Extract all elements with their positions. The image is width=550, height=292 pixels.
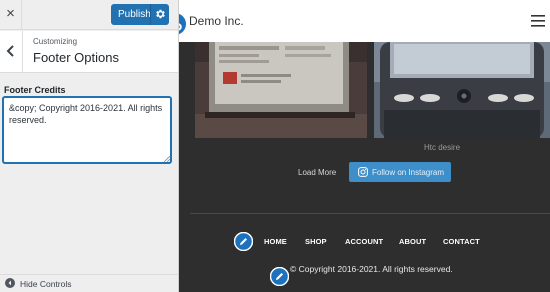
hide-controls-icon [5, 278, 15, 288]
footer-copyright: © Copyright 2016-2021. All rights reserv… [290, 264, 453, 274]
follow-on-instagram-button[interactable]: Follow on Instagram [349, 162, 451, 182]
close-icon: × [6, 5, 15, 22]
back-button[interactable] [0, 31, 23, 72]
customizer-sidebar: × Publish Customizing Footer Options Foo… [0, 0, 179, 292]
footer-nav-shop[interactable]: SHOP [305, 237, 327, 246]
edit-pencil-icon[interactable] [270, 267, 289, 286]
section-title-bar: Customizing Footer Options [0, 31, 178, 73]
phone-photo-image [374, 42, 550, 138]
back-chevron-icon [6, 45, 14, 57]
load-more-button[interactable]: Load More [298, 168, 336, 177]
hide-controls-button[interactable]: Hide Controls [0, 274, 178, 292]
edit-pencil-icon[interactable] [234, 232, 253, 251]
instagram-photo[interactable] [195, 42, 367, 138]
footer-divider [190, 213, 550, 214]
footer-nav-about[interactable]: ABOUT [399, 237, 426, 246]
resize-grip-icon[interactable] [164, 156, 170, 162]
customizer-header: × Publish [0, 0, 178, 30]
footer-nav-account[interactable]: ACCOUNT [345, 237, 383, 246]
footer-nav-contact[interactable]: CONTACT [443, 237, 480, 246]
hamburger-menu-icon[interactable] [531, 15, 545, 27]
gear-icon[interactable] [154, 8, 166, 20]
publish-button[interactable]: Publish [111, 4, 169, 25]
hide-controls-label: Hide Controls [20, 279, 72, 289]
footer-nav-home[interactable]: HOME [264, 237, 287, 246]
instagram-icon [358, 167, 368, 177]
footer-credits-label: Footer Credits [4, 85, 66, 95]
section-title: Footer Options [33, 50, 119, 65]
instagram-photo[interactable] [374, 42, 550, 138]
site-preview: Demo Inc. Htc desire Load More Follow on… [179, 0, 550, 292]
site-logo-icon[interactable] [179, 12, 187, 36]
site-header: Demo Inc. [179, 0, 550, 42]
footer-credits-textarea[interactable]: &copy; Copyright 2016-2021. All rights r… [3, 97, 171, 163]
follow-label: Follow on Instagram [372, 168, 445, 177]
photo-caption: Htc desire [424, 143, 461, 152]
close-customizer-button[interactable]: × [0, 0, 22, 30]
publish-label: Publish [118, 9, 151, 20]
site-title[interactable]: Demo Inc. [189, 14, 244, 28]
breadcrumb: Customizing [33, 37, 78, 46]
publish-divider [150, 4, 151, 25]
laptop-photo-image [195, 42, 367, 138]
